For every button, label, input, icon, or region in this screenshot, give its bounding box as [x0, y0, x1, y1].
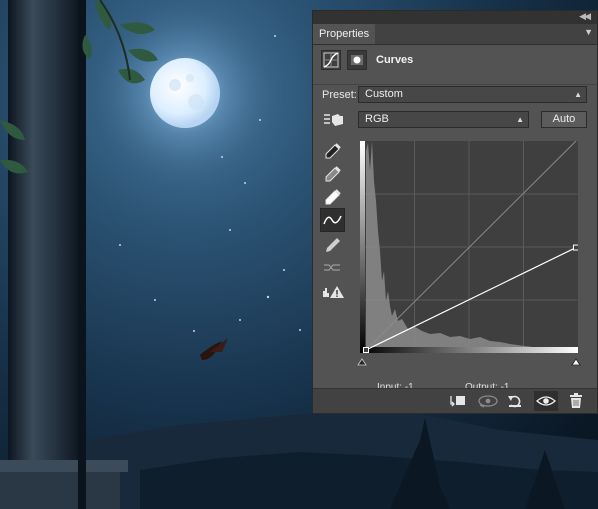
- curve-point-black[interactable]: [363, 347, 369, 353]
- curves-graph[interactable]: [360, 141, 578, 353]
- hand-target-icon[interactable]: [321, 109, 347, 131]
- panel-footer: [313, 388, 597, 413]
- edit-points-curve-icon[interactable]: [320, 208, 345, 232]
- curve-point-white[interactable]: [573, 244, 579, 251]
- white-slider-handle[interactable]: [571, 358, 581, 366]
- preset-dropdown[interactable]: Custom ▲: [358, 86, 587, 103]
- chevron-updown-icon: ▲: [574, 90, 582, 99]
- gray-point-eyedropper-icon[interactable]: [321, 164, 343, 186]
- chevron-updown-icon: ▲: [516, 115, 524, 124]
- properties-panel: ◀◀ Properties ▼ Curves Preset: Custom ▲: [312, 10, 598, 414]
- channel-dropdown[interactable]: RGB ▲: [358, 111, 529, 128]
- white-point-eyedropper-icon[interactable]: [321, 187, 343, 209]
- curves-adjustment-icon[interactable]: [321, 50, 341, 70]
- input-gradient-bar: [360, 347, 578, 353]
- preset-value: Custom: [365, 88, 403, 100]
- auto-button[interactable]: Auto: [541, 111, 587, 128]
- panel-title-bar[interactable]: ◀◀: [313, 11, 597, 24]
- black-slider-handle[interactable]: [357, 358, 367, 366]
- trash-icon[interactable]: [566, 391, 586, 411]
- input-sliders: [357, 358, 581, 366]
- pencil-icon[interactable]: [321, 234, 343, 256]
- preset-label: Preset:: [322, 89, 357, 101]
- panel-menu-icon[interactable]: ▼: [584, 27, 593, 37]
- panel-tab-row: Properties ▼: [313, 24, 597, 45]
- output-gradient-bar: [360, 141, 365, 353]
- tab-properties[interactable]: Properties: [313, 24, 376, 44]
- clipping-warning-icon[interactable]: [321, 281, 347, 303]
- adjustment-title: Curves: [376, 54, 414, 66]
- header-divider: [313, 84, 597, 85]
- layer-mask-icon[interactable]: [347, 50, 367, 70]
- smooth-curve-icon[interactable]: [321, 257, 343, 279]
- reset-icon[interactable]: [505, 391, 525, 411]
- channel-value: RGB: [365, 113, 389, 125]
- view-previous-icon[interactable]: [476, 391, 498, 411]
- clip-to-layer-icon[interactable]: [447, 391, 467, 411]
- black-point-eyedropper-icon[interactable]: [321, 141, 343, 163]
- collapse-icon[interactable]: ◀◀: [579, 11, 591, 22]
- eye-icon[interactable]: [534, 391, 558, 411]
